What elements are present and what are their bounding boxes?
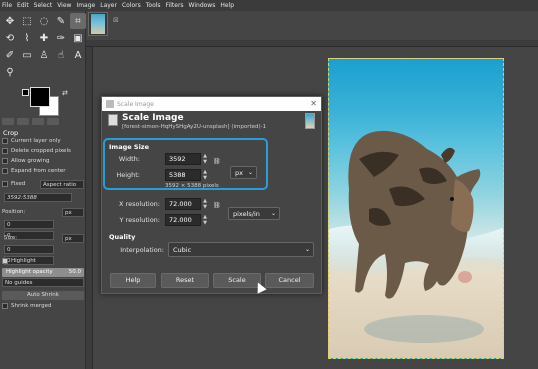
crop-tool-icon[interactable]: ⌗ [70,13,86,29]
auto-shrink-button[interactable]: Auto Shrink [2,291,84,300]
dialog-heading: Scale Image [122,113,184,123]
interpolation-label: Interpolation: [120,246,164,254]
dock-tab[interactable] [2,118,14,125]
chevron-down-icon: ⌄ [270,210,276,217]
smudge-tool-icon[interactable]: ☝ [53,47,69,63]
menu-help[interactable]: Help [220,2,234,9]
image-name: [forest-simon-HqHySHgAy2U-unsplash] (imp… [122,124,267,130]
close-tab-icon[interactable]: ⊠ [113,16,119,24]
vertical-ruler[interactable] [86,47,93,369]
dock-tabs [0,118,86,127]
interpolation-select[interactable]: Cubic ⌄ [168,242,314,257]
ratio-input[interactable]: 3592:5388 [4,193,72,202]
menu-view[interactable]: View [57,2,71,9]
tool-options-title: Crop [3,129,19,137]
option-shrink-merged[interactable]: Shrink merged [2,303,51,309]
option-allow-growing[interactable]: Allow growing [2,158,49,164]
image-tab[interactable] [88,12,108,36]
option-delete-cropped[interactable]: Delete cropped pixels [2,148,71,154]
option-current-layer-only[interactable]: Current layer only [2,138,61,144]
menu-file[interactable]: File [2,2,12,9]
option-highlight[interactable]: Highlight [2,258,36,264]
dock-tab[interactable] [32,118,44,125]
rotate-tool-icon[interactable]: ⟲ [2,30,18,46]
option-fixed[interactable]: Fixed [2,181,25,187]
y-resolution-input[interactable]: 72.000 [165,214,201,226]
resolution-unit-select[interactable]: pixels/in ⌄ [228,207,280,220]
close-icon[interactable]: ✕ [310,99,317,108]
heal-tool-icon[interactable]: ✚ [36,30,52,46]
cancel-button[interactable]: Cancel [265,273,314,288]
move-tool-icon[interactable]: ✥ [2,13,18,29]
rect-select-tool-icon[interactable]: ⬚ [19,13,35,29]
dock-tab[interactable] [17,118,29,125]
size-x-input[interactable]: 0 [4,245,54,254]
warp-tool-icon[interactable]: ⌇ [19,30,35,46]
help-button[interactable]: Help [110,273,156,288]
pig-photo [329,130,503,343]
menu-colors[interactable]: Colors [122,2,141,9]
dialog-window-title: Scale Image [117,100,154,108]
fuzzy-select-tool-icon[interactable]: ✎ [53,13,69,29]
toolbox: ✥ ⬚ ◌ ✎ ⌗ ⟲ ⌇ ✚ ✑ ▣ ✐ ▭ ♙ ☝ A ⚲ ⇄ Crop C… [0,11,86,369]
image-tab-thumbnail [91,14,105,34]
guides-select[interactable]: No guides [2,278,84,287]
eraser-tool-icon[interactable]: ▭ [19,47,35,63]
highlight-opacity-slider[interactable]: Highlight opacity 50.0 [2,268,84,277]
app-icon [106,100,114,108]
position-label: Position: [2,209,26,215]
paintbrush-tool-icon[interactable]: ✐ [2,47,18,63]
menu-edit[interactable]: Edit [17,2,29,9]
dialog-header: Scale Image [forest-simon-HqHySHgAy2U-un… [102,111,321,133]
lasso-tool-icon[interactable]: ◌ [36,13,52,29]
dialog-titlebar[interactable]: Scale Image ✕ [102,97,321,111]
menu-image[interactable]: Image [76,2,95,9]
image-size-highlight [103,138,268,190]
swap-colors-icon[interactable]: ⇄ [62,89,69,97]
menu-select[interactable]: Select [34,2,53,9]
reset-button[interactable]: Reset [161,273,209,288]
quality-label: Quality [109,233,136,241]
image-preview-thumbnail [305,113,315,129]
image-canvas[interactable] [328,58,504,359]
chevron-down-icon: ⌄ [304,246,310,253]
x-resolution-input[interactable]: 72.000 [165,198,201,210]
y-resolution-label: Y resolution: [119,216,161,224]
checkbox[interactable] [2,258,8,264]
x-resolution-label: X resolution: [119,200,160,208]
text-tool-icon[interactable]: A [70,47,86,63]
path-tool-icon[interactable]: ✑ [53,30,69,46]
menubar: File Edit Select View Image Layer Colors… [0,0,538,11]
menu-layer[interactable]: Layer [100,2,117,9]
fill-tool-icon[interactable]: ▣ [70,30,86,46]
size-label: Size: [4,235,18,241]
scale-image-dialog: Scale Image ✕ Scale Image [forest-simon-… [101,96,322,294]
zoom-tool-icon[interactable]: ⚲ [2,64,18,80]
foreground-color-swatch[interactable] [30,87,50,107]
position-unit-select[interactable]: px [62,208,84,217]
checkbox[interactable] [2,168,8,174]
menu-filters[interactable]: Filters [166,2,184,9]
option-expand-center[interactable]: Expand from center [2,168,66,174]
tool-grid: ✥ ⬚ ◌ ✎ ⌗ ⟲ ⌇ ✚ ✑ ▣ ✐ ▭ ♙ ☝ A ⚲ [0,11,86,82]
dock-tab[interactable] [47,118,59,125]
position-x-input[interactable]: 0 [4,220,54,229]
color-swatches[interactable] [30,87,60,117]
size-unit-select[interactable]: px [62,234,84,243]
checkbox[interactable] [2,148,8,154]
x-resolution-spinner[interactable]: ▲ ▼ [202,198,208,210]
clone-tool-icon[interactable]: ♙ [36,47,52,63]
checkbox[interactable] [2,138,8,144]
menu-tools[interactable]: Tools [146,2,161,9]
checkbox[interactable] [2,181,8,187]
aspect-ratio-select[interactable]: Aspect ratio [40,180,84,189]
checkbox[interactable] [2,303,8,309]
menu-windows[interactable]: Windows [189,2,216,9]
default-colors-icon[interactable] [22,89,29,96]
checkbox[interactable] [2,158,8,164]
y-resolution-spinner[interactable]: ▲ ▼ [202,214,208,226]
horizontal-ruler[interactable] [86,40,538,47]
scale-image-icon [108,114,118,126]
resolution-chain-icon[interactable]: ⛓ [213,200,221,224]
